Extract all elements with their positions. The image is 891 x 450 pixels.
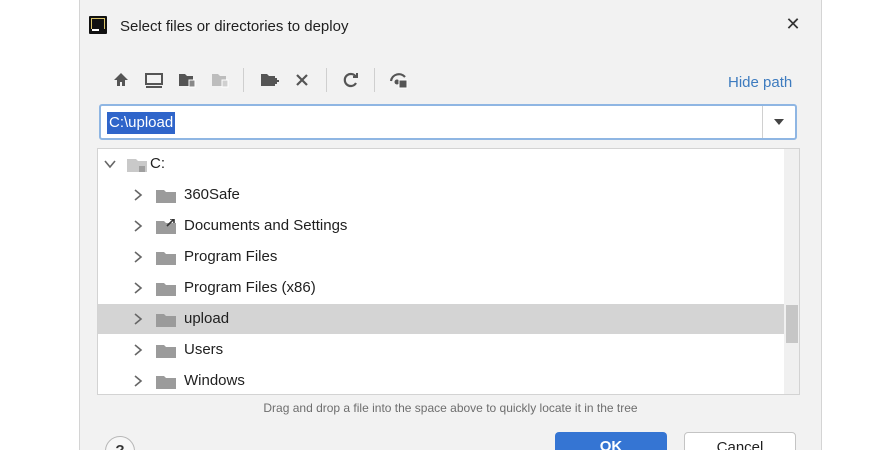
folder-icon [156, 314, 176, 327]
new-folder-button[interactable] [256, 66, 282, 94]
path-history-dropdown[interactable] [762, 106, 795, 138]
tree-item-label: 360Safe [184, 186, 240, 203]
tree-item-program-files-x86[interactable]: Program Files (x86) [98, 273, 784, 303]
tree-item-users[interactable]: Users [98, 335, 784, 365]
path-field[interactable]: C:\upload [99, 104, 797, 140]
chevron-right-icon[interactable] [131, 374, 145, 388]
app-icon [89, 16, 107, 34]
module-folder-button[interactable] [207, 66, 233, 94]
refresh-icon [343, 72, 358, 88]
file-tree[interactable]: C: 360Safe Documents and Settings Progra… [97, 148, 800, 395]
chevron-right-icon[interactable] [131, 219, 145, 233]
scrollbar-thumb[interactable] [786, 305, 798, 343]
chevron-down-icon [774, 119, 784, 125]
folder-icon [156, 283, 176, 296]
delete-button[interactable] [289, 66, 315, 94]
cancel-button[interactable]: Cancel [684, 432, 796, 450]
folder-icon [156, 252, 176, 265]
tree-item-label: Program Files [184, 248, 278, 265]
desktop-icon [145, 73, 163, 88]
chevron-right-icon[interactable] [131, 250, 145, 264]
folder-icon [156, 345, 176, 358]
delete-icon [296, 74, 308, 86]
drive-icon [127, 159, 147, 172]
chevron-right-icon[interactable] [131, 188, 145, 202]
tree-item-program-files[interactable]: Program Files [98, 242, 784, 272]
tree-item-360safe[interactable]: 360Safe [98, 180, 784, 210]
show-hidden-icon [389, 73, 408, 89]
tree-item-label: Users [184, 341, 224, 358]
tree-item-label: upload [184, 310, 230, 327]
new-folder-icon [261, 74, 279, 86]
desktop-button[interactable] [141, 66, 167, 94]
hide-path-link[interactable]: Hide path [728, 74, 792, 91]
show-hidden-button[interactable] [386, 66, 412, 94]
drag-drop-hint: Drag and drop a file into the space abov… [263, 401, 638, 415]
project-folder-button[interactable] [174, 66, 200, 94]
chevron-down-icon[interactable] [103, 157, 117, 171]
module-folder-icon [212, 74, 229, 88]
refresh-button[interactable] [338, 66, 364, 94]
ok-button[interactable]: OK [555, 432, 667, 450]
home-icon [114, 73, 128, 86]
tree-item-documents-and-settings[interactable]: Documents and Settings [98, 211, 784, 241]
deploy-dialog: Select files or directories to deploy ✕ [79, 0, 822, 450]
chevron-right-icon[interactable] [131, 343, 145, 357]
close-button[interactable]: ✕ [781, 12, 805, 36]
home-button[interactable] [108, 66, 134, 94]
help-button[interactable]: ? [105, 436, 135, 450]
tree-item-label: Program Files (x86) [184, 279, 316, 296]
tree-item-label: Documents and Settings [184, 217, 348, 234]
tree-root-label: C: [150, 155, 165, 172]
folder-icon [156, 190, 176, 203]
chevron-right-icon[interactable] [131, 281, 145, 295]
title-bar: Select files or directories to deploy ✕ [80, 0, 821, 55]
project-folder-icon [179, 74, 196, 88]
shortcut-folder-icon [156, 219, 176, 234]
tree-scrollbar[interactable] [784, 149, 799, 394]
folder-icon [156, 376, 176, 389]
dialog-title: Select files or directories to deploy [120, 18, 349, 35]
tree-item-label: Windows [184, 372, 245, 389]
chevron-right-icon[interactable] [131, 312, 145, 326]
path-input[interactable]: C:\upload [107, 112, 176, 134]
toolbar [108, 66, 808, 94]
tree-root-row[interactable]: C: [98, 149, 784, 179]
tree-item-upload[interactable]: upload [98, 304, 784, 334]
tree-item-windows[interactable]: Windows [98, 366, 784, 394]
